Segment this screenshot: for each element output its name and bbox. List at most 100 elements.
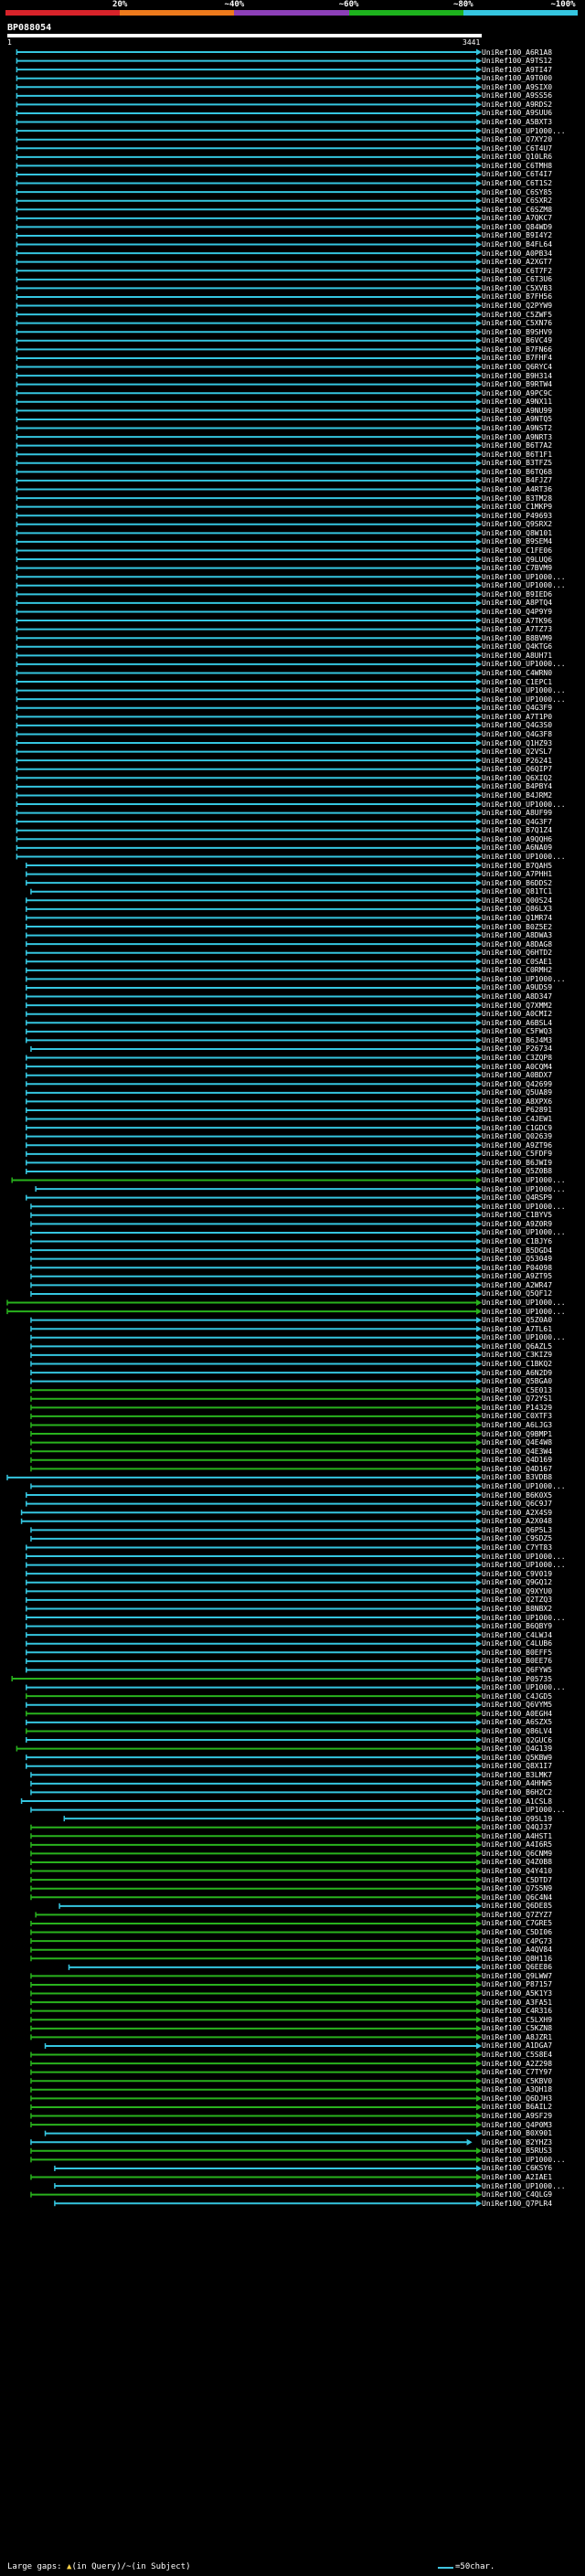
hit-name-link[interactable]: UniRef100_C6T4U7 [482,144,552,153]
hit-name-link[interactable]: UniRef100_Q53049 [482,1255,552,1263]
hit-name-link[interactable]: UniRef100_Q2VSL7 [482,747,552,756]
hit-name-link[interactable]: UniRef100_C5DTD7 [482,1876,552,1884]
hit-name-link[interactable]: UniRef100_A9SUU6 [482,109,552,117]
hit-name-link[interactable]: UniRef100_Q7XMM2 [482,1002,552,1010]
hit-name-link[interactable]: UniRef100_B5RUS3 [482,2147,552,2155]
hit-name-link[interactable]: UniRef100_B9SEM4 [482,537,552,546]
hit-name-link[interactable]: UniRef100_A3FA51 [482,1998,552,2007]
hit-name-link[interactable]: UniRef100_C5LXH9 [482,2016,552,2024]
hit-name-link[interactable]: UniRef100_C6SY85 [482,188,552,196]
hit-name-link[interactable]: UniRef100_B7FHF4 [482,354,552,362]
hit-name-link[interactable]: UniRef100_Q5KBW9 [482,1754,552,1762]
hit-name-link[interactable]: UniRef100_C6T1S2 [482,179,552,187]
hit-name-link[interactable]: UniRef100_A9UDS9 [482,983,552,991]
hit-name-link[interactable]: UniRef100_UP1000... [482,1299,566,1307]
hit-name-link[interactable]: UniRef100_A9RDS2 [482,101,552,109]
hit-name-link[interactable]: UniRef100_A6SZX5 [482,1718,552,1726]
hit-name-link[interactable]: UniRef100_Q6C9J7 [482,1500,552,1508]
hit-name-link[interactable]: UniRef100_B6H2C2 [482,1788,552,1797]
hit-name-link[interactable]: UniRef100_UP1000... [482,686,566,694]
hit-name-link[interactable]: UniRef100_C7TY97 [482,2068,552,2076]
hit-name-link[interactable]: UniRef100_C1EPC1 [482,678,552,686]
hit-name-link[interactable]: UniRef100_B3VDB8 [482,1473,552,1481]
hit-name-link[interactable]: UniRef100_Q81TC1 [482,887,552,896]
hit-name-link[interactable]: UniRef100_C5FWQ3 [482,1027,552,1035]
hit-name-link[interactable]: UniRef100_B0EE76 [482,1657,552,1665]
hit-name-link[interactable]: UniRef100_UP1000... [482,2156,566,2164]
hit-name-link[interactable]: UniRef100_B4FL64 [482,240,552,249]
hit-name-link[interactable]: UniRef100_C4JGD5 [482,1692,552,1701]
hit-name-link[interactable]: UniRef100_Q4QJ37 [482,1823,552,1831]
hit-name-link[interactable]: UniRef100_B6QBY9 [482,1622,552,1630]
hit-name-link[interactable]: UniRef100_A4I6R5 [482,1840,552,1849]
hit-name-link[interactable]: UniRef100_B7FH56 [482,292,552,301]
hit-name-link[interactable]: UniRef100_Q00S24 [482,896,552,905]
hit-name-link[interactable]: UniRef100_P04098 [482,1264,552,1272]
hit-name-link[interactable]: UniRef100_Q5BGA0 [482,1377,552,1385]
hit-name-link[interactable]: UniRef100_UP1000... [482,1482,566,1490]
hit-name-link[interactable]: UniRef100_B3TFZ5 [482,459,552,467]
hit-name-link[interactable]: UniRef100_A7TK96 [482,617,552,625]
hit-name-link[interactable]: UniRef100_C5ZWF5 [482,311,552,319]
hit-name-link[interactable]: UniRef100_A6N2D9 [482,1369,552,1377]
hit-name-link[interactable]: UniRef100_Q95L19 [482,1815,552,1823]
hit-name-link[interactable]: UniRef100_UP1000... [482,695,566,704]
hit-name-link[interactable]: UniRef100_A2IAE1 [482,2173,552,2181]
hit-name-link[interactable]: UniRef100_C9SDZ5 [482,1534,552,1542]
hit-name-link[interactable]: UniRef100_C5KBV0 [482,2077,552,2085]
hit-name-link[interactable]: UniRef100_UP1000... [482,1553,566,1561]
hit-name-link[interactable]: UniRef100_Q6VYM5 [482,1701,552,1709]
hit-name-link[interactable]: UniRef100_C7BVM9 [482,564,552,572]
hit-name-link[interactable]: UniRef100_A5K1Y3 [482,1989,552,1998]
hit-name-link[interactable]: UniRef100_B9I4Y2 [482,231,552,239]
hit-name-link[interactable]: UniRef100_C4LUB6 [482,1639,552,1648]
hit-name-link[interactable]: UniRef100_C4PG73 [482,1937,552,1945]
hit-name-link[interactable]: UniRef100_A9ZT95 [482,1272,552,1280]
hit-name-link[interactable]: UniRef100_B6J4M3 [482,1036,552,1044]
hit-name-link[interactable]: UniRef100_A9TI47 [482,66,552,74]
hit-name-link[interactable]: UniRef100_UP1000... [482,581,566,589]
hit-name-link[interactable]: UniRef100_P62891 [482,1106,552,1114]
hit-name-link[interactable]: UniRef100_C1MKP9 [482,503,552,511]
hit-name-link[interactable]: UniRef100_Q6QIP7 [482,765,552,773]
hit-name-link[interactable]: UniRef100_Q72YS1 [482,1394,552,1403]
hit-name-link[interactable]: UniRef100_B6DDS2 [482,879,552,887]
hit-name-link[interactable]: UniRef100_UP1000... [482,1308,566,1316]
hit-name-link[interactable]: UniRef100_Q9GQ12 [482,1578,552,1586]
hit-name-link[interactable]: UniRef100_C4R316 [482,2007,552,2015]
hit-name-link[interactable]: UniRef100_C5KZN8 [482,2024,552,2032]
hit-name-link[interactable]: UniRef100_A9QQH6 [482,835,552,843]
hit-name-link[interactable]: UniRef100_C5E013 [482,1386,552,1394]
hit-name-link[interactable]: UniRef100_C4WRN0 [482,669,552,677]
hit-name-link[interactable]: UniRef100_A2X4S9 [482,1509,552,1517]
hit-name-link[interactable]: UniRef100_A9NRT3 [482,433,552,441]
hit-name-link[interactable]: UniRef100_Q7ZYZ7 [482,1911,552,1919]
hit-name-link[interactable]: UniRef100_C0SAE1 [482,958,552,966]
hit-name-link[interactable]: UniRef100_Q9SRX2 [482,520,552,528]
hit-name-link[interactable]: UniRef100_Q4Z0B8 [482,1858,552,1866]
hit-name-link[interactable]: UniRef100_Q6CNM9 [482,1850,552,1858]
hit-name-link[interactable]: UniRef100_B9IED6 [482,590,552,599]
hit-name-link[interactable]: UniRef100_P26241 [482,757,552,765]
hit-name-link[interactable]: UniRef100_Q4G3F7 [482,818,552,826]
hit-name-link[interactable]: UniRef100_A4HHW5 [482,1779,552,1787]
hit-name-link[interactable]: UniRef100_C6TMH8 [482,162,552,170]
hit-name-link[interactable]: UniRef100_A4HST1 [482,1832,552,1840]
hit-name-link[interactable]: UniRef100_B6T1F1 [482,451,552,459]
hit-name-link[interactable]: UniRef100_Q2PYW9 [482,302,552,310]
hit-name-link[interactable]: UniRef100_A8PTQ4 [482,599,552,607]
hit-name-link[interactable]: UniRef100_Q84WD9 [482,223,552,231]
hit-name-link[interactable]: UniRef100_B4FJZ7 [482,476,552,484]
hit-name-link[interactable]: UniRef100_A7QKC7 [482,214,552,222]
hit-name-link[interactable]: UniRef100_B0EFF5 [482,1648,552,1657]
hit-name-link[interactable]: UniRef100_Q5UA89 [482,1088,552,1097]
hit-name-link[interactable]: UniRef100_C0XTF3 [482,1412,552,1420]
hit-name-link[interactable]: UniRef100_C6T4I7 [482,170,552,178]
hit-name-link[interactable]: UniRef100_C6KSY6 [482,2164,552,2172]
hit-name-link[interactable]: UniRef100_A8UF99 [482,809,552,817]
hit-name-link[interactable]: UniRef100_B6K0X5 [482,1491,552,1500]
hit-name-link[interactable]: UniRef100_A8D347 [482,992,552,1001]
hit-name-link[interactable]: UniRef100_C4JEW1 [482,1115,552,1123]
hit-name-link[interactable]: UniRef100_Q42699 [482,1080,552,1088]
hit-name-link[interactable]: UniRef100_UP1000... [482,1176,566,1184]
